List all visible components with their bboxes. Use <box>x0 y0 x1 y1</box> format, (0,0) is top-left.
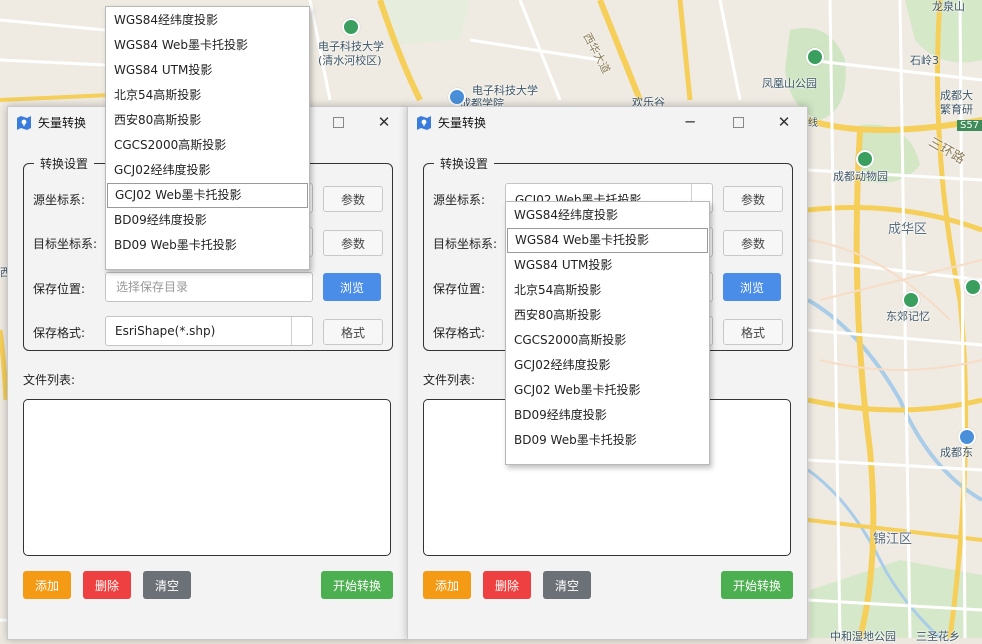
projection-option[interactable]: CGCS2000高斯投影 <box>107 133 308 158</box>
university-poi-icon <box>342 18 360 36</box>
park-poi-icon <box>806 48 824 66</box>
projection-option[interactable]: 北京54高斯投影 <box>507 278 708 303</box>
delete-button[interactable]: 删除 <box>483 571 531 599</box>
source-crs-label: 源坐标系: <box>33 193 86 207</box>
projection-option[interactable]: WGS84 UTM投影 <box>507 253 708 278</box>
map-label-bottom2: 三圣花乡 <box>916 630 960 643</box>
projection-option[interactable]: WGS84 Web墨卡托投影 <box>507 228 708 253</box>
maximize-icon <box>732 116 744 128</box>
projection-option[interactable]: BD09 Web墨卡托投影 <box>507 428 708 453</box>
title-bar[interactable]: 矢量转换 ─ ✕ <box>408 107 807 137</box>
projection-dropdown-list: WGS84经纬度投影 WGS84 Web墨卡托投影 WGS84 UTM投影 北京54高… <box>505 201 710 465</box>
map-label-uestc-campus: (清水河校区) <box>318 54 382 67</box>
map-label-bottom1: 中和湿地公园 <box>830 630 896 643</box>
save-location-label: 保存位置: <box>433 282 486 296</box>
school-poi-icon <box>448 88 466 106</box>
projection-option[interactable]: BD09经纬度投影 <box>107 208 308 233</box>
projection-option[interactable]: BD09经纬度投影 <box>507 403 708 428</box>
minimize-icon: ─ <box>685 113 695 131</box>
group-title: 转换设置 <box>40 157 89 171</box>
close-icon: ✕ <box>377 113 391 131</box>
target-params-button[interactable]: 参数 <box>323 230 383 256</box>
projection-option[interactable]: 西安80高斯投影 <box>507 303 708 328</box>
station-poi-icon <box>958 428 976 446</box>
maximize-icon <box>332 116 344 128</box>
file-list-label: 文件列表: <box>423 373 476 387</box>
save-location-field[interactable] <box>105 272 313 302</box>
window-title: 矢量转换 <box>438 116 487 130</box>
window-title: 矢量转换 <box>38 116 87 130</box>
add-button[interactable]: 添加 <box>423 571 471 599</box>
projection-option[interactable]: GCJ02经纬度投影 <box>107 158 308 183</box>
target-crs-label: 目标坐标系: <box>433 237 498 251</box>
projection-option[interactable]: 北京54高斯投影 <box>107 83 308 108</box>
target-params-button[interactable]: 参数 <box>723 230 783 256</box>
clear-button[interactable]: 清空 <box>143 571 191 599</box>
add-button[interactable]: 添加 <box>23 571 71 599</box>
save-format-label: 保存格式: <box>33 326 86 340</box>
format-button[interactable]: 格式 <box>723 319 783 345</box>
poi-right-icon <box>964 278 982 296</box>
browse-button[interactable]: 浏览 <box>723 273 781 301</box>
dongjiao-poi-icon <box>902 291 920 309</box>
save-format-select[interactable]: EsriShape(*.shp) <box>105 316 313 346</box>
target-crs-label: 目标坐标系: <box>33 237 98 251</box>
maximize-button[interactable] <box>321 110 355 134</box>
source-params-button[interactable]: 参数 <box>323 186 383 212</box>
maximize-button[interactable] <box>721 110 755 134</box>
map-label-zoo: 成都动物园 <box>833 170 888 183</box>
map-label-chengdu-inst2: 繁育研 <box>940 103 973 116</box>
map-label-top-right: 龙泉山 <box>932 0 965 13</box>
map-label-jinjiang: 锦江区 <box>873 532 913 547</box>
save-location-label: 保存位置: <box>33 282 86 296</box>
minimize-button[interactable]: ─ <box>673 110 707 134</box>
map-label-fenghuangshan: 凤凰山公园 <box>762 77 817 90</box>
map-icon <box>417 116 431 130</box>
map-label-chenghua: 成华区 <box>888 222 928 237</box>
map-icon <box>17 116 31 130</box>
browse-button[interactable]: 浏览 <box>323 273 381 301</box>
close-button[interactable]: ✕ <box>767 110 801 134</box>
projection-option[interactable]: BD09 Web墨卡托投影 <box>107 233 308 258</box>
file-list[interactable] <box>23 399 391 556</box>
dropdown-arrow-icon[interactable] <box>291 317 312 345</box>
projection-option[interactable]: WGS84 Web墨卡托投影 <box>107 33 308 58</box>
projection-option[interactable]: GCJ02 Web墨卡托投影 <box>107 183 308 208</box>
projection-option[interactable]: WGS84 UTM投影 <box>107 58 308 83</box>
start-convert-button[interactable]: 开始转换 <box>321 571 393 599</box>
save-location-input[interactable] <box>106 273 312 301</box>
zoo-poi-icon <box>856 150 874 168</box>
map-label-shiling: 石岭3 <box>910 54 939 67</box>
close-button[interactable]: ✕ <box>367 110 401 134</box>
start-convert-button[interactable]: 开始转换 <box>721 571 793 599</box>
projection-option[interactable]: WGS84经纬度投影 <box>107 8 308 33</box>
map-label-dongjiao: 东郊记忆 <box>886 310 930 323</box>
close-icon: ✕ <box>777 113 791 131</box>
map-label-chengdu-east: 成都东 <box>940 446 973 459</box>
source-crs-label: 源坐标系: <box>433 193 486 207</box>
map-label-line: 线 <box>808 118 818 129</box>
save-format-value: EsriShape(*.shp) <box>115 324 216 338</box>
projection-option[interactable]: GCJ02经纬度投影 <box>507 353 708 378</box>
source-params-button[interactable]: 参数 <box>723 186 783 212</box>
group-title: 转换设置 <box>440 157 489 171</box>
clear-button[interactable]: 清空 <box>543 571 591 599</box>
delete-button[interactable]: 删除 <box>83 571 131 599</box>
projection-option[interactable]: GCJ02 Web墨卡托投影 <box>507 378 708 403</box>
format-button[interactable]: 格式 <box>323 319 383 345</box>
save-format-label: 保存格式: <box>433 326 486 340</box>
projection-dropdown-list: WGS84经纬度投影 WGS84 Web墨卡托投影 WGS84 UTM投影 北京54高… <box>105 6 310 270</box>
projection-option[interactable]: 西安80高斯投影 <box>107 108 308 133</box>
projection-option[interactable]: WGS84经纬度投影 <box>507 203 708 228</box>
file-list-label: 文件列表: <box>23 373 76 387</box>
map-label-s57: S57 <box>957 120 982 131</box>
projection-option[interactable]: CGCS2000高斯投影 <box>507 328 708 353</box>
